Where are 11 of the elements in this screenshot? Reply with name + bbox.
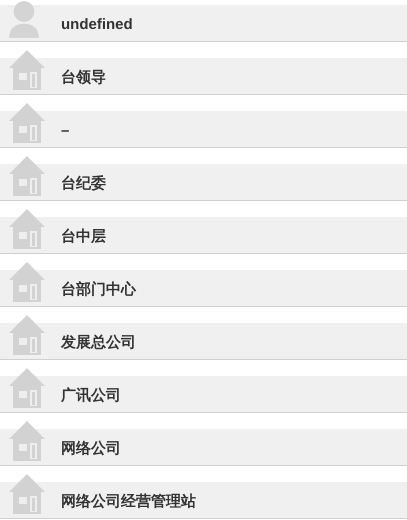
list-item[interactable]: undefined xyxy=(0,0,407,42)
house-icon xyxy=(8,208,46,250)
house-icon xyxy=(8,367,46,409)
person-icon xyxy=(8,0,40,38)
house-icon xyxy=(8,314,46,356)
house-icon xyxy=(8,49,46,91)
house-icon xyxy=(8,102,46,144)
house-icon xyxy=(8,473,46,515)
house-icon xyxy=(8,261,46,303)
house-icon xyxy=(8,155,46,197)
house-icon xyxy=(8,420,46,462)
